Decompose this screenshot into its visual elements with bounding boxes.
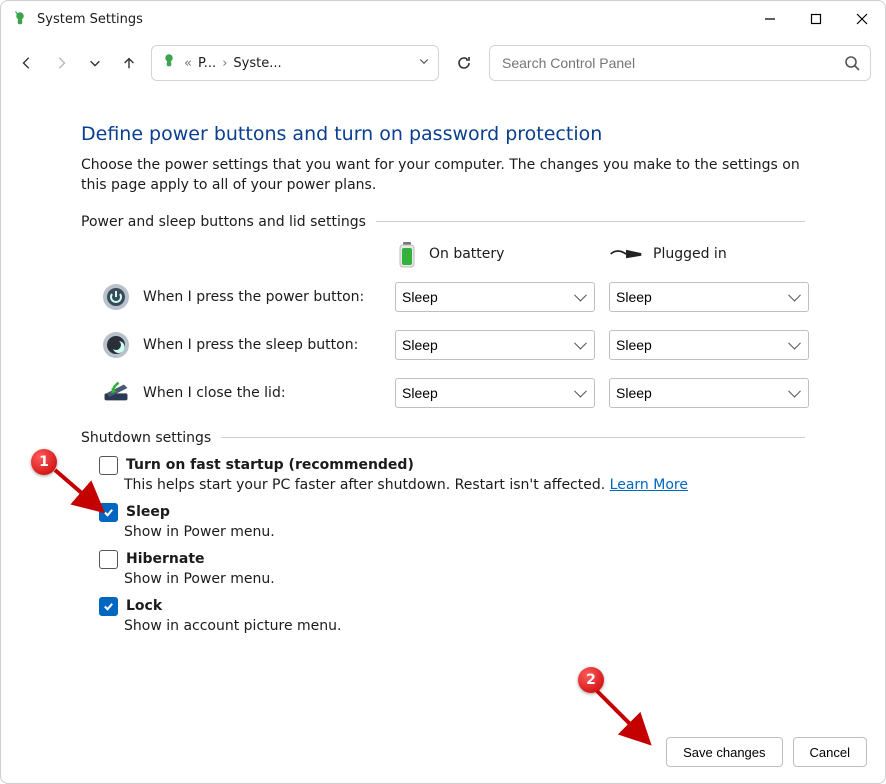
search-box[interactable] <box>489 45 871 81</box>
app-icon <box>11 10 29 28</box>
close-lid-battery-select[interactable]: Sleep <box>395 378 595 408</box>
search-input[interactable] <box>500 54 844 72</box>
hibernate-checkbox[interactable] <box>99 550 118 569</box>
col-on-battery: On battery <box>395 240 595 268</box>
page-heading: Define power buttons and turn on passwor… <box>81 123 805 145</box>
page-intro: Choose the power settings that you want … <box>81 155 801 196</box>
lock-checkbox[interactable] <box>99 597 118 616</box>
breadcrumb-seg-1[interactable]: P... <box>198 56 216 71</box>
power-button-plugged-select[interactable]: Sleep <box>609 282 809 312</box>
fast-startup-checkbox[interactable] <box>99 456 118 475</box>
sleep-button-plugged-select[interactable]: Sleep <box>609 330 809 360</box>
nav-up-button[interactable] <box>117 51 141 75</box>
titlebar: System Settings <box>1 1 885 37</box>
power-columns-header: On battery Plugged in <box>101 240 805 268</box>
breadcrumb-icon <box>160 52 178 74</box>
shutdown-list: Turn on fast startup (recommended) This … <box>99 456 805 634</box>
battery-icon <box>395 240 419 268</box>
search-icon <box>844 55 860 71</box>
shutdown-section-title: Shutdown settings <box>81 430 211 446</box>
power-button-icon <box>101 282 131 312</box>
close-lid-icon <box>101 378 131 408</box>
maximize-button[interactable] <box>793 1 839 37</box>
hibernate-item: Hibernate Show in Power menu. <box>99 550 805 587</box>
nav-forward-button[interactable] <box>49 51 73 75</box>
hibernate-desc: Show in Power menu. <box>124 571 805 587</box>
window-title: System Settings <box>37 12 143 27</box>
sleep-label: Sleep <box>126 504 170 520</box>
fast-startup-desc: This helps start your PC faster after sh… <box>124 477 805 493</box>
learn-more-link[interactable]: Learn More <box>610 477 688 493</box>
nav-recent-button[interactable] <box>83 51 107 75</box>
power-button-row: When I press the power button: Sleep Sle… <box>101 282 805 312</box>
lock-label: Lock <box>126 598 162 614</box>
nav-back-button[interactable] <box>15 51 39 75</box>
buttons-section-title: Power and sleep buttons and lid settings <box>81 214 366 230</box>
sleep-button-row: When I press the sleep button: Sleep Sle… <box>101 330 805 360</box>
close-lid-plugged-select[interactable]: Sleep <box>609 378 809 408</box>
footer: Save changes Cancel <box>1 737 885 783</box>
close-button[interactable] <box>839 1 885 37</box>
buttons-section-header: Power and sleep buttons and lid settings <box>81 214 805 230</box>
cancel-button[interactable]: Cancel <box>793 737 867 767</box>
plug-icon <box>609 246 643 262</box>
col-plugged-in: Plugged in <box>609 246 809 262</box>
col-plugged-in-label: Plugged in <box>653 246 727 262</box>
sleep-item: Sleep Show in Power menu. <box>99 503 805 540</box>
fast-startup-item: Turn on fast startup (recommended) This … <box>99 456 805 493</box>
power-button-label: When I press the power button: <box>143 289 364 305</box>
refresh-button[interactable] <box>449 48 479 78</box>
close-lid-label: When I close the lid: <box>143 385 286 401</box>
sleep-button-icon <box>101 330 131 360</box>
close-lid-row: When I close the lid: Sleep Sleep <box>101 378 805 408</box>
fast-startup-label: Turn on fast startup (recommended) <box>126 457 414 473</box>
col-on-battery-label: On battery <box>429 246 504 262</box>
window: System Settings « P... › Syste... Define… <box>0 0 886 784</box>
chevron-right-icon: › <box>222 56 227 71</box>
lock-desc: Show in account picture menu. <box>124 618 805 634</box>
hibernate-label: Hibernate <box>126 551 205 567</box>
sleep-checkbox[interactable] <box>99 503 118 522</box>
sleep-button-label: When I press the sleep button: <box>143 337 358 353</box>
chevron-down-icon[interactable] <box>418 55 430 71</box>
sleep-desc: Show in Power menu. <box>124 524 805 540</box>
save-changes-button[interactable]: Save changes <box>666 737 782 767</box>
breadcrumb[interactable]: « P... › Syste... <box>151 45 439 81</box>
callout-1: 1 <box>31 449 57 475</box>
breadcrumb-sep-icon: « <box>184 56 192 71</box>
breadcrumb-seg-2[interactable]: Syste... <box>233 56 281 71</box>
power-button-battery-select[interactable]: Sleep <box>395 282 595 312</box>
callout-2: 2 <box>578 667 604 693</box>
lock-item: Lock Show in account picture menu. <box>99 597 805 634</box>
minimize-button[interactable] <box>747 1 793 37</box>
shutdown-section-header: Shutdown settings <box>81 430 805 446</box>
toolbar: « P... › Syste... <box>1 37 885 95</box>
sleep-button-battery-select[interactable]: Sleep <box>395 330 595 360</box>
content-area: Define power buttons and turn on passwor… <box>1 95 885 737</box>
